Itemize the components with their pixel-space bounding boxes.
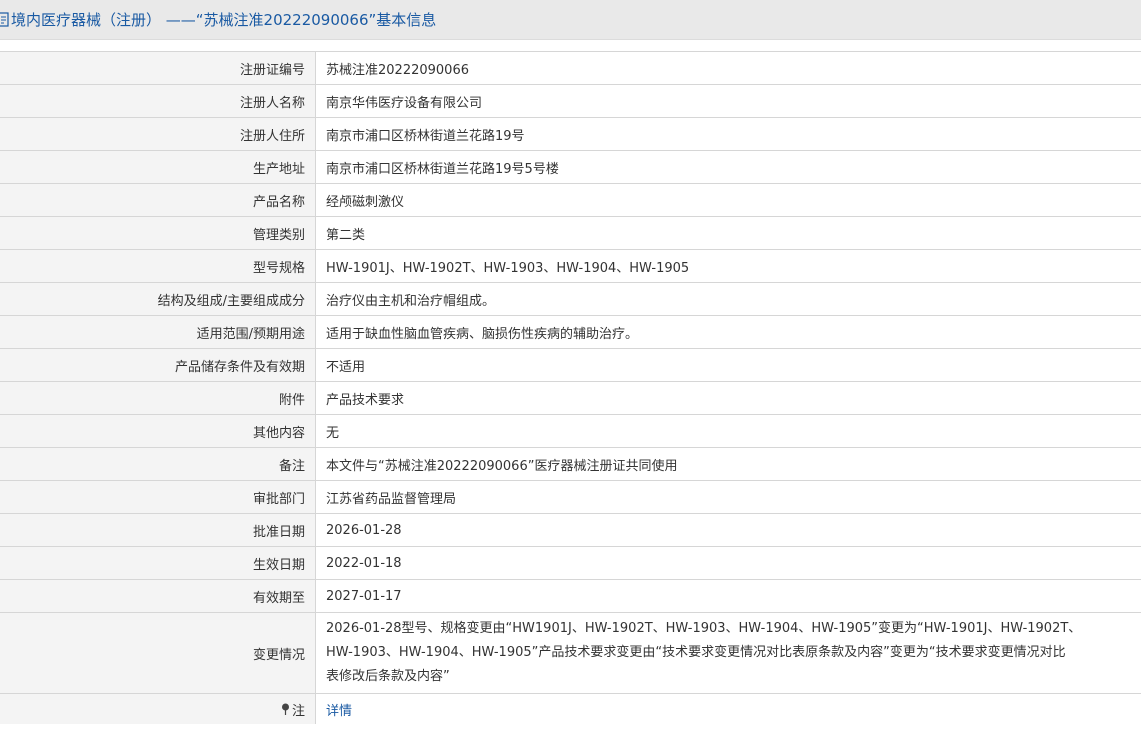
- field-value: 产品技术要求: [326, 392, 405, 408]
- table-row-attachment: 附件 产品技术要求: [0, 382, 1141, 415]
- field-label: 适用范围/预期用途: [0, 316, 316, 348]
- field-label: 审批部门: [0, 481, 316, 513]
- field-value: 江苏省药品监督管理局: [326, 491, 457, 507]
- table-row-approval-date: 批准日期 2026-01-28: [0, 514, 1141, 547]
- page-icon: [0, 12, 9, 27]
- table-row-registration-number: 注册证编号 苏械注准20222090066: [0, 52, 1141, 85]
- table-row-registrant-address: 注册人住所 南京市浦口区桥林街道兰花路19号: [0, 118, 1141, 151]
- info-table: 注册证编号 苏械注准20222090066 注册人名称 南京华伟医疗设备有限公司…: [0, 51, 1141, 724]
- field-value: 苏械注准20222090066: [326, 62, 469, 78]
- field-label: 注: [0, 694, 316, 724]
- field-label: 有效期至: [0, 580, 316, 612]
- field-label: 其他内容: [0, 415, 316, 447]
- field-value: HW-1901J、HW-1902T、HW-1903、HW-1904、HW-190…: [326, 260, 690, 276]
- table-row-approval-dept: 审批部门 江苏省药品监督管理局: [0, 481, 1141, 514]
- table-row-other: 其他内容 无: [0, 415, 1141, 448]
- field-value: 2026-01-28: [326, 522, 402, 538]
- note-label: 注: [291, 703, 305, 719]
- table-row-note: 注 详情: [0, 694, 1141, 724]
- field-label: 管理类别: [0, 217, 316, 249]
- table-row-management-category: 管理类别 第二类: [0, 217, 1141, 250]
- field-value: 本文件与“苏械注准20222090066”医疗器械注册证共同使用: [326, 458, 678, 474]
- table-row-expiry-date: 有效期至 2027-01-17: [0, 580, 1141, 613]
- change-line: 表修改后条款及内容”: [326, 669, 450, 684]
- field-value: 适用于缺血性脑血管疾病、脑损伤性疾病的辅助治疗。: [326, 326, 639, 342]
- field-label: 备注: [0, 448, 316, 480]
- table-row-registrant-name: 注册人名称 南京华伟医疗设备有限公司: [0, 85, 1141, 118]
- change-line: HW-1903、HW-1904、HW-1905”产品技术要求变更由“技术要求变更…: [326, 645, 1066, 660]
- table-row-storage: 产品储存条件及有效期 不适用: [0, 349, 1141, 382]
- table-row-product-name: 产品名称 经颅磁刺激仪: [0, 184, 1141, 217]
- field-label: 型号规格: [0, 250, 316, 282]
- field-label: 产品储存条件及有效期: [0, 349, 316, 381]
- field-value: 第二类: [326, 227, 366, 243]
- page-title: 境内医疗器械（注册） ——“苏械注准20222090066”基本信息: [11, 11, 437, 29]
- field-value: 2026-01-28型号、规格变更由“HW1901J、HW-1902T、HW-1…: [316, 613, 1141, 693]
- field-label: 注册人名称: [0, 85, 316, 117]
- field-value: 经颅磁刺激仪: [326, 194, 405, 210]
- field-label: 变更情况: [0, 613, 316, 693]
- table-row-changes: 变更情况 2026-01-28型号、规格变更由“HW1901J、HW-1902T…: [0, 613, 1141, 694]
- table-row-production-address: 生产地址 南京市浦口区桥林街道兰花路19号5号楼: [0, 151, 1141, 184]
- field-value: 南京华伟医疗设备有限公司: [326, 95, 483, 111]
- field-value: 不适用: [326, 359, 366, 375]
- change-line: 2026-01-28型号、规格变更由“HW1901J、HW-1902T、HW-1…: [326, 621, 1082, 636]
- field-label: 附件: [0, 382, 316, 414]
- field-value: 南京市浦口区桥林街道兰花路19号5号楼: [326, 161, 559, 177]
- field-label: 结构及组成/主要组成成分: [0, 283, 316, 315]
- field-value: 2022-01-18: [326, 555, 402, 571]
- details-link[interactable]: 详情: [326, 700, 352, 719]
- field-label: 生效日期: [0, 547, 316, 579]
- table-row-remark: 备注 本文件与“苏械注准20222090066”医疗器械注册证共同使用: [0, 448, 1141, 481]
- field-label: 注册人住所: [0, 118, 316, 150]
- table-row-intended-use: 适用范围/预期用途 适用于缺血性脑血管疾病、脑损伤性疾病的辅助治疗。: [0, 316, 1141, 349]
- field-label: 产品名称: [0, 184, 316, 216]
- table-row-structure: 结构及组成/主要组成成分 治疗仪由主机和治疗帽组成。: [0, 283, 1141, 316]
- field-value: 详情: [316, 694, 1141, 724]
- field-label: 批准日期: [0, 514, 316, 546]
- pin-icon: [281, 703, 289, 715]
- field-value: 2027-01-17: [326, 588, 402, 604]
- field-value: 无: [326, 425, 340, 441]
- table-row-effective-date: 生效日期 2022-01-18: [0, 547, 1141, 580]
- field-value: 南京市浦口区桥林街道兰花路19号: [326, 128, 525, 144]
- field-label: 注册证编号: [0, 52, 316, 84]
- field-value: 治疗仪由主机和治疗帽组成。: [326, 293, 496, 309]
- table-row-model-spec: 型号规格 HW-1901J、HW-1902T、HW-1903、HW-1904、H…: [0, 250, 1141, 283]
- page-header: 境内医疗器械（注册） ——“苏械注准20222090066”基本信息: [0, 0, 1141, 40]
- field-label: 生产地址: [0, 151, 316, 183]
